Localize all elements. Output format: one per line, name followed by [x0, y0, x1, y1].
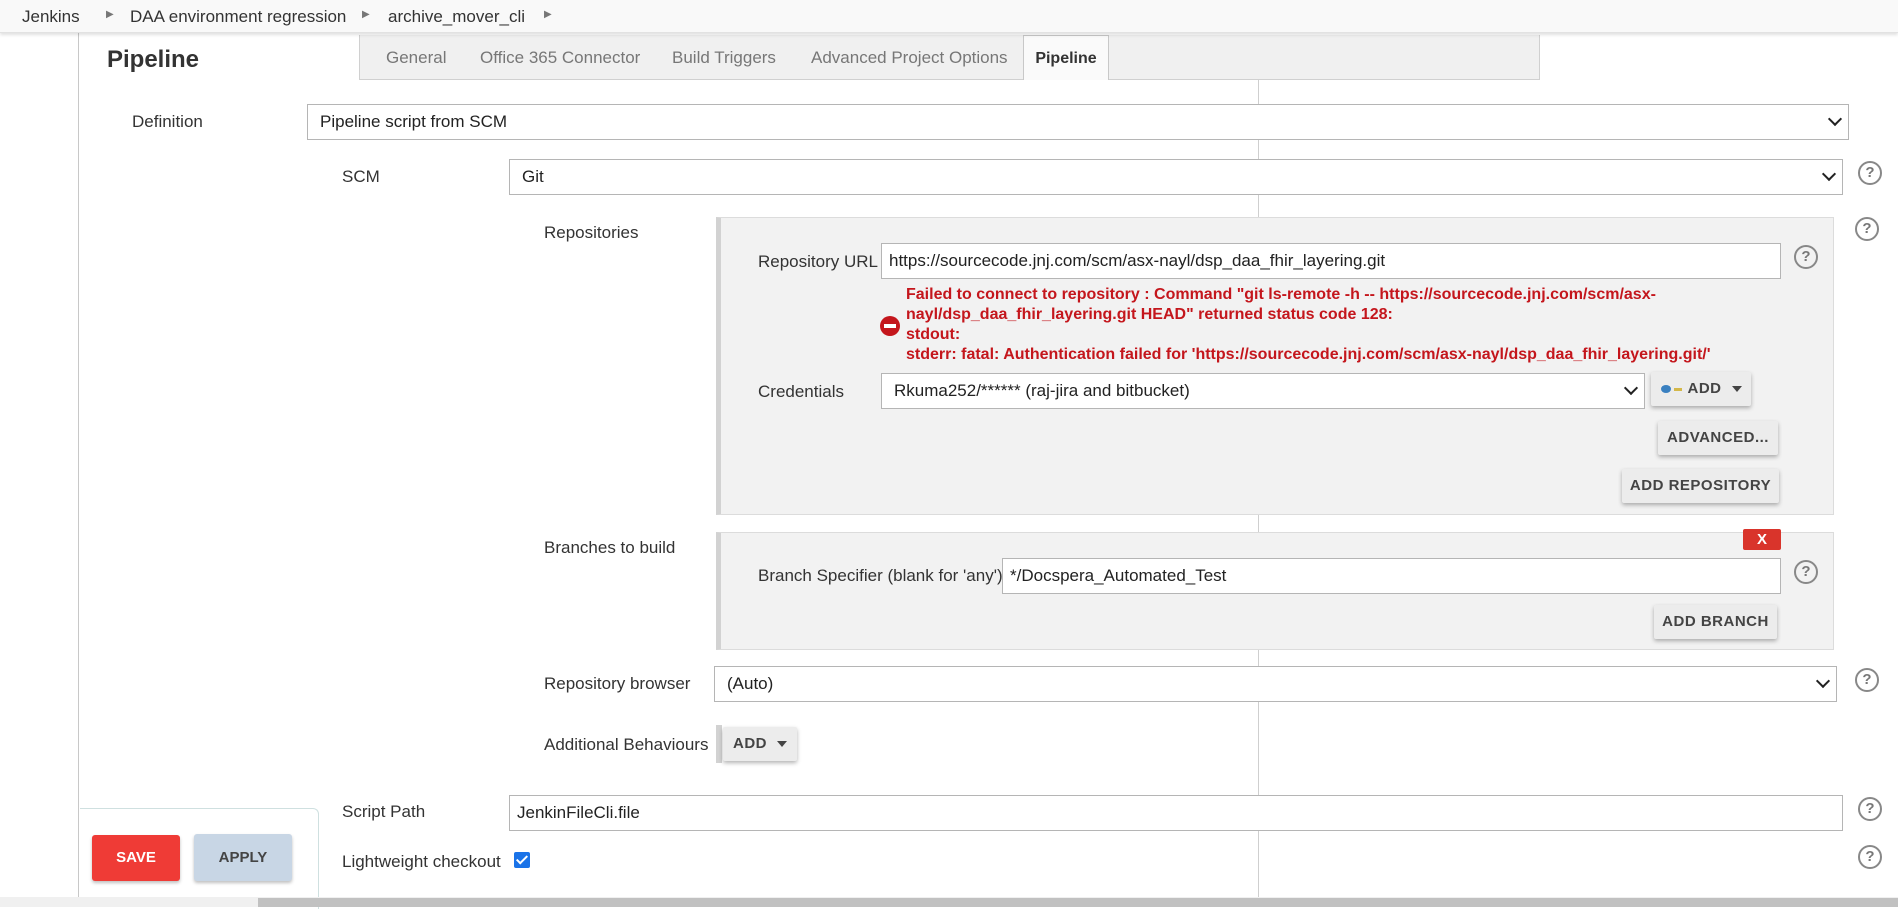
error-message-line: Failed to connect to repository : Comman…	[906, 286, 1656, 303]
add-behaviour-label: ADD	[733, 735, 767, 752]
breadcrumb-jenkins[interactable]: Jenkins	[22, 7, 80, 27]
branch-specifier-input[interactable]: */Docspera_Automated_Test	[1002, 558, 1781, 594]
scm-select[interactable]: Git	[509, 159, 1843, 195]
repository-url-help-icon[interactable]: ?	[1794, 245, 1818, 269]
tab-general[interactable]: General	[386, 48, 446, 68]
delete-branch-button[interactable]: X	[1743, 529, 1781, 550]
chevron-down-icon	[1827, 111, 1843, 127]
add-repository-button[interactable]: ADD REPOSITORY	[1622, 469, 1779, 503]
repository-browser-select[interactable]: (Auto)	[714, 666, 1837, 702]
scm-value: Git	[522, 167, 544, 186]
chevron-down-icon	[1623, 380, 1639, 396]
lightweight-checkout-help-icon[interactable]: ?	[1858, 845, 1882, 869]
branches-label: Branches to build	[544, 538, 676, 557]
error-message-line: nayl/dsp_daa_fhir_layering.git HEAD" ret…	[906, 306, 1393, 323]
sidebar-divider	[78, 32, 79, 900]
section-title: Pipeline	[107, 46, 200, 73]
caret-down-icon	[1731, 386, 1742, 393]
tab-build-triggers[interactable]: Build Triggers	[672, 48, 776, 68]
repository-browser-help-icon[interactable]: ?	[1855, 668, 1879, 692]
additional-behaviours-label: Additional Behaviours	[544, 735, 709, 754]
chevron-down-icon	[1815, 673, 1831, 689]
credentials-value: Rkuma252/****** (raj-jira and bitbucket)	[894, 381, 1190, 400]
repository-browser-value: (Auto)	[727, 674, 774, 693]
definition-value: Pipeline script from SCM	[320, 112, 508, 131]
lightweight-checkout-checkbox[interactable]	[514, 852, 530, 868]
repository-url-label: Repository URL	[758, 252, 878, 271]
scm-label: SCM	[342, 167, 380, 186]
script-path-label: Script Path	[342, 802, 426, 821]
key-icon	[1660, 385, 1671, 394]
script-path-help-icon[interactable]: ?	[1858, 797, 1882, 821]
tab-advanced-project-options[interactable]: Advanced Project Options	[811, 48, 1008, 68]
add-label: ADD	[1687, 380, 1722, 397]
lightweight-checkout-label: Lightweight checkout	[342, 852, 501, 871]
key-blade-icon	[1673, 387, 1682, 391]
add-behaviour-button[interactable]: ADD	[723, 727, 797, 761]
chevron-right-icon[interactable]: ▶	[362, 9, 370, 20]
repository-browser-label: Repository browser	[544, 674, 691, 693]
caret-down-icon	[777, 741, 787, 748]
branch-specifier-help-icon[interactable]: ?	[1794, 560, 1818, 584]
script-path-input[interactable]: JenkinFileCli.file	[509, 795, 1843, 831]
definition-select[interactable]: Pipeline script from SCM	[307, 104, 1849, 140]
chevron-right-icon[interactable]: ▶	[106, 9, 114, 20]
error-message-line: stderr: fatal: Authentication failed for…	[906, 346, 1711, 363]
behaviours-bar	[716, 725, 722, 763]
tab-pipeline[interactable]: Pipeline	[1023, 35, 1109, 80]
breadcrumb-daa-environment-regression[interactable]: DAA environment regression	[130, 7, 346, 27]
tab-office-365-connector[interactable]: Office 365 Connector	[480, 48, 640, 68]
breadcrumb: Jenkins ▶ DAA environment regression ▶ a…	[0, 0, 1898, 33]
error-icon	[880, 316, 900, 336]
scm-help-icon[interactable]: ?	[1858, 161, 1882, 185]
repositories-label: Repositories	[544, 223, 639, 242]
credentials-label: Credentials	[758, 382, 844, 401]
repository-url-input[interactable]: https://sourcecode.jnj.com/scm/asx-nayl/…	[881, 243, 1781, 279]
horizontal-scrollbar-thumb[interactable]	[258, 898, 1898, 907]
chevron-down-icon	[1821, 166, 1837, 182]
add-credentials-button[interactable]: ADD	[1651, 372, 1751, 406]
repositories-help-icon[interactable]: ?	[1855, 217, 1879, 241]
add-branch-button[interactable]: ADD BRANCH	[1654, 605, 1777, 639]
save-button[interactable]: SAVE	[92, 835, 180, 881]
credentials-select[interactable]: Rkuma252/****** (raj-jira and bitbucket)	[881, 373, 1645, 409]
apply-button[interactable]: APPLY	[194, 834, 292, 881]
error-message-line: stdout:	[906, 326, 961, 343]
advanced-button[interactable]: ADVANCED...	[1658, 421, 1778, 455]
breadcrumb-archive-mover-cli[interactable]: archive_mover_cli	[388, 7, 525, 27]
branch-specifier-label: Branch Specifier (blank for 'any')	[758, 566, 1003, 585]
definition-label: Definition	[132, 112, 203, 131]
chevron-right-icon[interactable]: ▶	[544, 9, 552, 20]
